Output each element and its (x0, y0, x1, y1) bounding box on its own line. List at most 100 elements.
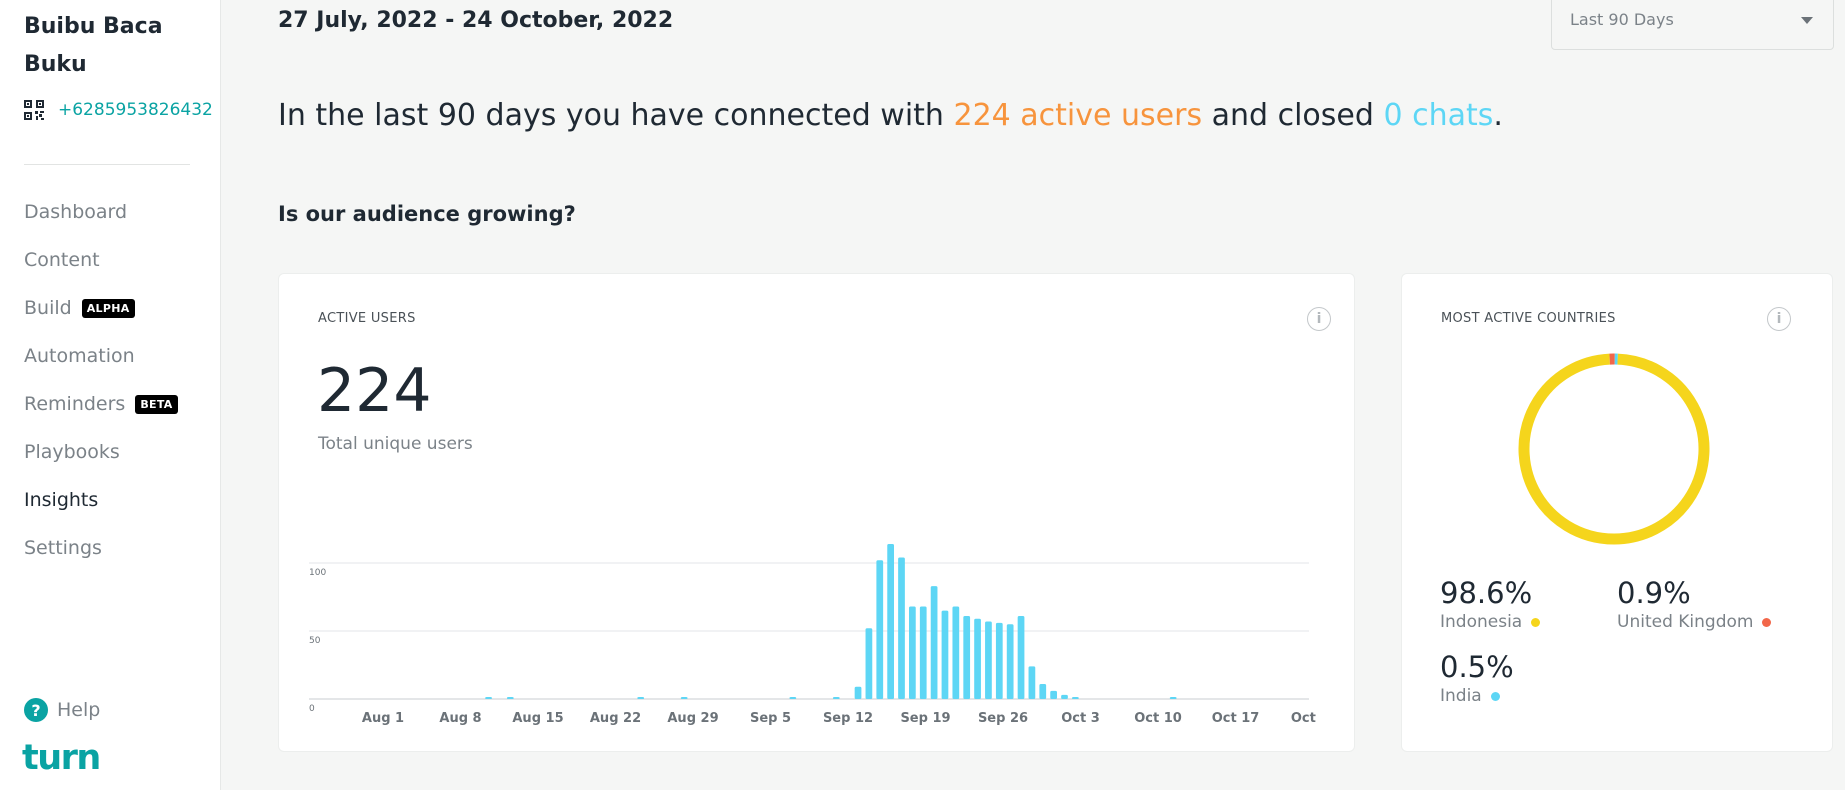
active-users-chart: 0 50 100 Aug 1 Aug 8 Aug 15 Aug 22 Aug 29 Sep 5 S… (309, 543, 1319, 726)
chevron-down-icon (1801, 17, 1813, 24)
bar (963, 616, 971, 699)
active-users-card: ACTIVE USERS i 224 Total unique users 0 5… (278, 273, 1355, 752)
x-tick-label: Aug 29 (667, 711, 718, 726)
legend-country: Indonesia (1440, 612, 1541, 632)
bar (1017, 616, 1025, 699)
qr-code-icon[interactable] (24, 100, 44, 120)
x-tick-label: Oct 10 (1134, 711, 1182, 726)
bar (919, 606, 927, 699)
bar (832, 697, 840, 699)
period-select-value: Last 90 Days (1570, 10, 1674, 29)
bar (930, 586, 938, 699)
y-tick-label: 50 (309, 636, 321, 646)
bar (1028, 666, 1036, 699)
bar (1006, 624, 1014, 699)
legend-dot (1762, 617, 1772, 627)
bar (680, 697, 688, 699)
legend-country-name: United Kingdom (1617, 612, 1754, 632)
y-tick-label: 0 (309, 704, 315, 714)
x-tick-label: Sep 5 (750, 711, 791, 726)
total-users-count: 224 (317, 356, 432, 426)
bar (854, 686, 862, 699)
date-range: 27 July, 2022 - 24 October, 2022 (278, 8, 674, 33)
legend-pct: 98.6% (1440, 576, 1533, 610)
org-name: Buibu Baca Buku (24, 14, 163, 77)
help-icon: ? (24, 698, 48, 722)
legend-pct: 0.9% (1617, 576, 1691, 610)
help-label: Help (57, 699, 101, 721)
phone-row[interactable]: +6285953826432 (24, 100, 213, 120)
x-tick-label: Oct 3 (1061, 711, 1100, 726)
section-title: Is our audience growing? (278, 202, 576, 226)
legend-country: India (1440, 686, 1514, 706)
countries-donut-chart (1518, 353, 1710, 545)
x-tick-label: Aug 15 (512, 711, 563, 726)
bar (1050, 690, 1058, 699)
bar (887, 543, 895, 699)
x-tick-label: Aug 22 (590, 711, 641, 726)
bar (789, 697, 797, 699)
sidebar-item-label: Automation (24, 345, 135, 367)
bar (1169, 697, 1177, 699)
period-select[interactable]: Last 90 Days (1551, 0, 1834, 50)
bar (952, 606, 960, 699)
sidebar-item-label: Content (24, 249, 100, 271)
legend-country-name: Indonesia (1440, 612, 1523, 632)
bar (876, 560, 884, 699)
sidebar-item-label: Build (24, 297, 72, 319)
info-icon[interactable]: i (1767, 307, 1791, 331)
summary-text: In the last 90 days you have connected w… (278, 98, 1503, 133)
bar (898, 557, 905, 699)
bar (985, 621, 992, 699)
bar (506, 697, 514, 699)
sidebar-divider (24, 164, 190, 165)
alpha-badge: ALPHA (81, 298, 135, 318)
sidebar-item-build[interactable]: Build ALPHA (24, 284, 178, 332)
x-tick-label: Sep 12 (823, 711, 873, 726)
summary-middle: and closed (1202, 98, 1384, 133)
legend-country: United Kingdom (1617, 612, 1772, 632)
x-tick-label: Sep 26 (978, 711, 1028, 726)
info-icon[interactable]: i (1307, 307, 1331, 331)
donut-slice (1518, 353, 1710, 545)
sidebar-item-content[interactable]: Content (24, 236, 178, 284)
x-tick-label: Oct 17 (1212, 711, 1260, 726)
x-tick-label: Aug 1 (362, 711, 404, 726)
sidebar-item-dashboard[interactable]: Dashboard (24, 188, 178, 236)
bar (1039, 684, 1047, 699)
card-title: ACTIVE USERS (318, 311, 416, 326)
bar (941, 610, 949, 699)
x-tick-label: Aug 8 (439, 711, 481, 726)
bar (1061, 694, 1068, 699)
bar (995, 622, 1003, 699)
sidebar-nav: Dashboard Content Build ALPHA Automation … (24, 188, 178, 572)
total-users-label: Total unique users (318, 434, 473, 454)
bar (637, 697, 645, 699)
bar (974, 618, 981, 699)
sidebar: Buibu Baca Buku +6285953826432 Dashboard… (0, 0, 221, 790)
legend-dot (1490, 691, 1500, 701)
sidebar-item-insights[interactable]: Insights (24, 476, 178, 524)
bar (908, 606, 916, 699)
card-title: MOST ACTIVE COUNTRIES (1441, 311, 1616, 326)
help-link[interactable]: ? Help (24, 698, 100, 722)
sidebar-item-automation[interactable]: Automation (24, 332, 178, 380)
countries-card: MOST ACTIVE COUNTRIES i 98.6% Indonesia … (1401, 273, 1833, 752)
bar (485, 697, 492, 699)
chats-highlight: 0 chats (1383, 98, 1494, 133)
sidebar-item-settings[interactable]: Settings (24, 524, 178, 572)
legend-country-name: India (1440, 686, 1482, 706)
sidebar-item-reminders[interactable]: Reminders BETA (24, 380, 178, 428)
y-tick-label: 100 (309, 568, 326, 578)
sidebar-item-label: Reminders (24, 393, 126, 415)
bar (1071, 697, 1079, 699)
phone-number[interactable]: +6285953826432 (58, 100, 213, 120)
legend-dot (1531, 617, 1541, 627)
sidebar-item-playbooks[interactable]: Playbooks (24, 428, 178, 476)
legend-pct: 0.5% (1440, 650, 1514, 684)
turn-logo: turn (22, 738, 101, 778)
x-tick-label: Oct ... (1291, 711, 1319, 726)
summary-prefix: In the last 90 days you have connected w… (278, 98, 954, 133)
x-tick-label: Sep 19 (900, 711, 950, 726)
bar (865, 628, 873, 699)
